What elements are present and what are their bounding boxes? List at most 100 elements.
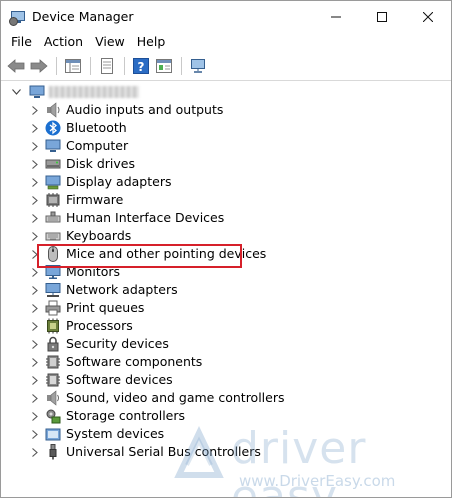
tree-item-software-component[interactable]: Software components (1, 353, 451, 371)
tree-item-computer[interactable]: Computer (1, 137, 451, 155)
computer-name-blurred (49, 86, 139, 98)
expand-chevron-icon[interactable] (29, 356, 41, 368)
tree-item-bluetooth[interactable]: Bluetooth (1, 119, 451, 137)
expand-chevron-icon[interactable] (29, 176, 41, 188)
properties-button[interactable] (96, 55, 118, 77)
close-icon (423, 11, 433, 22)
toolbar-separator (56, 57, 57, 75)
tree-item-label: Bluetooth (66, 120, 127, 135)
tree-item-software-device[interactable]: Software devices (1, 371, 451, 389)
expand-chevron-icon[interactable] (29, 194, 41, 206)
software-component-icon (45, 354, 61, 370)
tree-item-firmware[interactable]: Firmware (1, 191, 451, 209)
menu-view[interactable]: View (89, 32, 131, 52)
menu-help[interactable]: Help (131, 32, 172, 52)
expand-chevron-icon[interactable] (29, 338, 41, 350)
tree-item-processor[interactable]: Processors (1, 317, 451, 335)
tree-item-display-adapter[interactable]: Display adapters (1, 173, 451, 191)
expand-chevron-icon[interactable] (29, 212, 41, 224)
expand-chevron-icon[interactable] (29, 392, 41, 404)
tree-item-audio[interactable]: Audio inputs and outputs (1, 101, 451, 119)
tree-item-storage[interactable]: Storage controllers (1, 407, 451, 425)
tree-item-usb[interactable]: Universal Serial Bus controllers (1, 443, 451, 461)
tree-item-label: Storage controllers (66, 408, 186, 423)
minimize-icon (331, 16, 341, 17)
tree-item-label: Computer (66, 138, 129, 153)
expand-chevron-icon[interactable] (29, 320, 41, 332)
toolbar: ? (1, 52, 451, 81)
tree-item-label: Sound, video and game controllers (66, 390, 285, 405)
arrow-left-icon (7, 59, 25, 73)
svg-text:?: ? (138, 60, 145, 74)
software-device-icon (45, 372, 61, 388)
expand-chevron-icon[interactable] (29, 284, 41, 296)
expand-chevron-icon[interactable] (29, 302, 41, 314)
expand-chevron-icon[interactable] (29, 104, 41, 116)
sound-icon (45, 390, 61, 406)
expand-chevron-icon[interactable] (29, 428, 41, 440)
tree-item-printer[interactable]: Print queues (1, 299, 451, 317)
storage-icon (45, 408, 61, 424)
view-pane-icon (156, 59, 172, 73)
expand-chevron-icon[interactable] (29, 140, 41, 152)
toolbar-separator (124, 57, 125, 75)
highlight-box (37, 244, 242, 268)
bluetooth-icon (45, 120, 61, 136)
show-hide-console-tree-button[interactable] (62, 55, 84, 77)
expand-chevron-icon[interactable] (29, 122, 41, 134)
tree-item-sound[interactable]: Sound, video and game controllers (1, 389, 451, 407)
expand-chevron-icon[interactable] (29, 158, 41, 170)
tree-item-label: Audio inputs and outputs (66, 102, 224, 117)
maximize-icon (377, 11, 387, 22)
watermark-url: www.DriverEasy.com (239, 472, 396, 490)
tree-item-label: Disk drives (66, 156, 135, 171)
processor-icon (45, 318, 61, 334)
tree-item-hid[interactable]: Human Interface Devices (1, 209, 451, 227)
tree-item-label: System devices (66, 426, 165, 441)
menu-file[interactable]: File (5, 32, 38, 52)
tree-item-label: Keyboards (66, 228, 132, 243)
device-tree: Audio inputs and outputs Bluetooth Compute… (1, 81, 451, 461)
properties-icon (101, 58, 113, 74)
expand-chevron-icon[interactable] (29, 446, 41, 458)
expand-chevron-icon[interactable] (29, 374, 41, 386)
security-icon (45, 336, 61, 352)
tree-item-security[interactable]: Security devices (1, 335, 451, 353)
tree-root-computer[interactable] (1, 83, 451, 101)
collapse-chevron-icon[interactable] (10, 86, 22, 98)
tree-item-label: Universal Serial Bus controllers (66, 444, 261, 459)
console-tree-icon (65, 59, 81, 73)
monitor-scan-icon (191, 59, 205, 73)
minimize-button[interactable] (313, 1, 359, 32)
network-icon (45, 282, 61, 298)
tree-item-label: Display adapters (66, 174, 172, 189)
close-button[interactable] (405, 1, 451, 32)
window-title: Device Manager (32, 9, 134, 24)
forward-button[interactable] (28, 55, 50, 77)
menu-action[interactable]: Action (38, 32, 89, 52)
tree-item-network[interactable]: Network adapters (1, 281, 451, 299)
tree-item-disk[interactable]: Disk drives (1, 155, 451, 173)
tree-item-keyboard[interactable]: Keyboards (1, 227, 451, 245)
expand-chevron-icon[interactable] (29, 410, 41, 422)
system-icon (45, 426, 61, 442)
scan-view-button[interactable] (153, 55, 175, 77)
expand-chevron-icon[interactable] (29, 230, 41, 242)
tree-item-label: Firmware (66, 192, 124, 207)
maximize-button[interactable] (359, 1, 405, 32)
usb-icon (45, 444, 61, 460)
tree-item-system[interactable]: System devices (1, 425, 451, 443)
tree-item-label: Security devices (66, 336, 169, 351)
back-button[interactable] (5, 55, 27, 77)
audio-icon (45, 102, 61, 118)
tree-item-label: Software components (66, 354, 203, 369)
hid-icon (45, 210, 61, 226)
tree-item-label: Network adapters (66, 282, 178, 297)
help-icon: ? (133, 58, 149, 74)
tree-item-label: Processors (66, 318, 133, 333)
tree-item-label: Software devices (66, 372, 173, 387)
printer-icon (45, 300, 61, 316)
scan-for-hardware-changes-button[interactable] (187, 55, 209, 77)
menu-bar: File Action View Help (1, 32, 451, 52)
help-button[interactable]: ? (130, 55, 152, 77)
